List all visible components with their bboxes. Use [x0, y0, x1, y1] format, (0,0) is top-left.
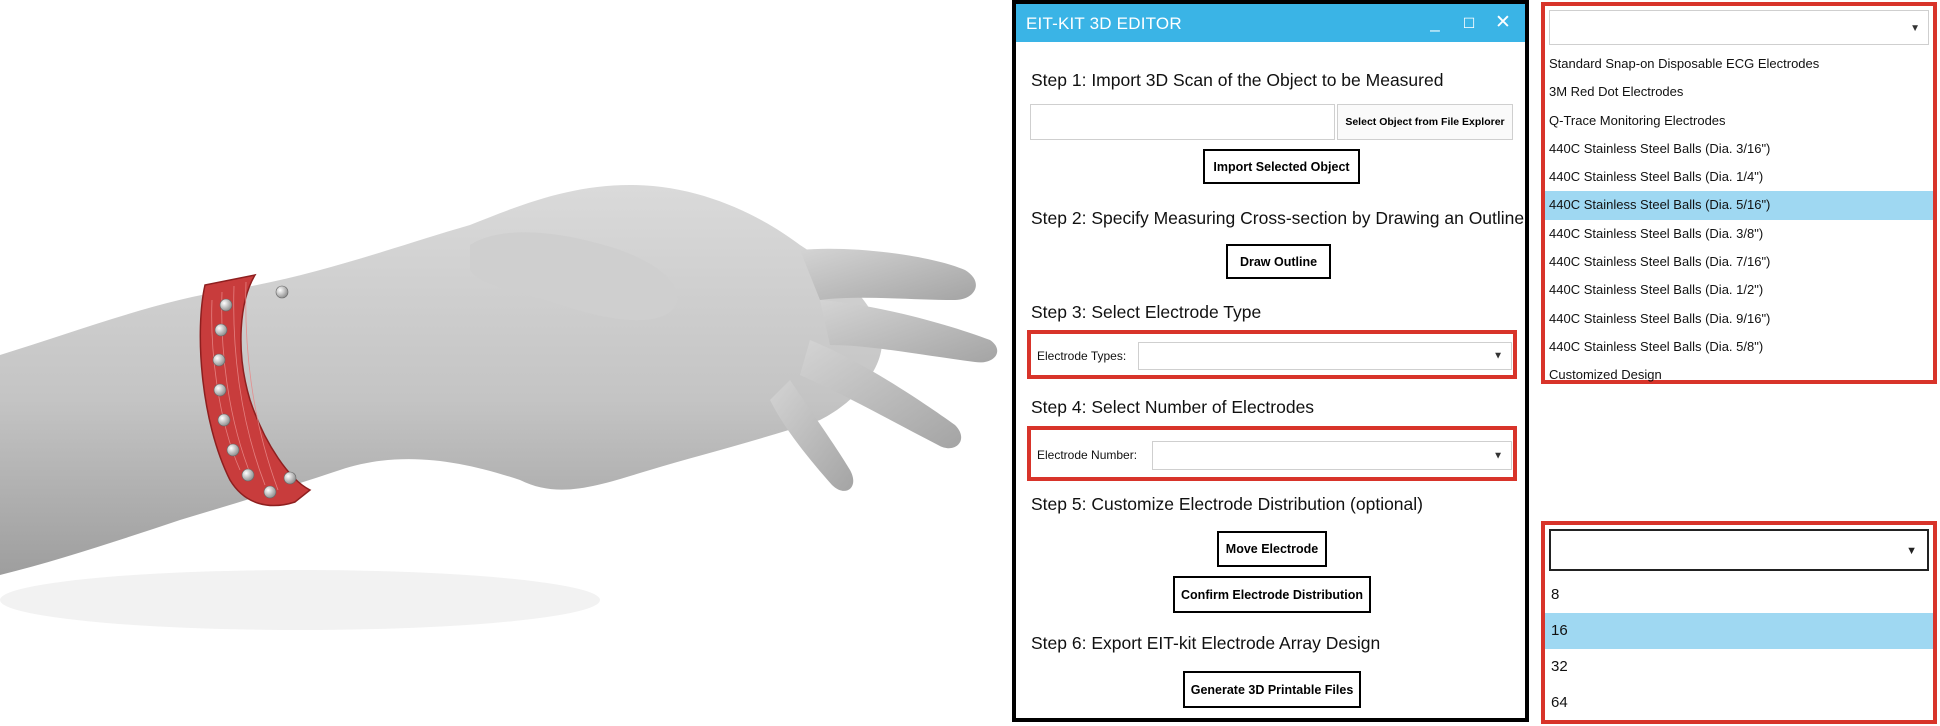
generate-3d-printable-files-button[interactable]: Generate 3D Printable Files: [1183, 671, 1361, 708]
list-item[interactable]: 3M Red Dot Electrodes: [1545, 78, 1933, 106]
electrode-types-dropdown: ▼ Standard Snap-on Disposable ECG Electr…: [1541, 2, 1937, 384]
step3-label: Step 3: Select Electrode Type: [1031, 302, 1262, 322]
list-item[interactable]: 440C Stainless Steel Balls (Dia. 7/16"): [1545, 248, 1933, 276]
chevron-down-icon: ▼: [1906, 545, 1917, 557]
electrode-number-dropdown: ▼ 8 16 32 64: [1541, 521, 1937, 724]
chevron-down-icon: ▼: [1493, 450, 1503, 461]
step4-label: Step 4: Select Number of Electrodes: [1031, 397, 1315, 417]
move-electrode-button[interactable]: Move Electrode: [1217, 531, 1327, 567]
electrode-number-label: Electrode Number:: [1037, 448, 1138, 462]
electrode-number-list: 8 16 32 64: [1545, 577, 1933, 721]
list-item[interactable]: 8: [1545, 577, 1933, 613]
electrode-types-dropdown-header[interactable]: ▼: [1549, 10, 1929, 45]
list-item[interactable]: 440C Stainless Steel Balls (Dia. 5/8"): [1545, 333, 1933, 361]
electrode-types-label: Electrode Types:: [1037, 349, 1127, 363]
electrode-number-group: Electrode Number: ▼: [1027, 426, 1517, 481]
3d-viewport[interactable]: [0, 0, 1010, 726]
list-item[interactable]: Customized Design: [1545, 361, 1933, 389]
confirm-electrode-distribution-button[interactable]: Confirm Electrode Distribution: [1173, 576, 1371, 613]
window-title: EIT-KIT 3D EDITOR: [1026, 14, 1182, 33]
electrode-types-list: Standard Snap-on Disposable ECG Electrod…: [1545, 50, 1933, 390]
draw-outline-button[interactable]: Draw Outline: [1226, 244, 1331, 279]
list-item[interactable]: 16: [1545, 613, 1933, 649]
title-bar[interactable]: EIT-KIT 3D EDITOR _ ☐ ✕: [1016, 4, 1525, 42]
list-item[interactable]: Standard Snap-on Disposable ECG Electrod…: [1545, 50, 1933, 78]
list-item[interactable]: 440C Stainless Steel Balls (Dia. 1/2"): [1545, 276, 1933, 304]
list-item[interactable]: 440C Stainless Steel Balls (Dia. 3/16"): [1545, 135, 1933, 163]
list-item[interactable]: 440C Stainless Steel Balls (Dia. 5/16"): [1545, 191, 1933, 220]
list-item[interactable]: 32: [1545, 649, 1933, 685]
file-path-input[interactable]: [1030, 104, 1335, 140]
electrode-number-dropdown-header[interactable]: ▼: [1549, 529, 1929, 571]
chevron-down-icon: ▼: [1910, 23, 1920, 34]
electrode-number-select[interactable]: ▼: [1152, 441, 1512, 470]
list-item[interactable]: Q-Trace Monitoring Electrodes: [1545, 107, 1933, 135]
eit-kit-editor-window: EIT-KIT 3D EDITOR _ ☐ ✕ Step 1: Import 3…: [1012, 0, 1529, 722]
step6-label: Step 6: Export EIT-kit Electrode Array D…: [1031, 633, 1381, 653]
minimize-icon[interactable]: _: [1421, 10, 1449, 36]
list-item[interactable]: 440C Stainless Steel Balls (Dia. 9/16"): [1545, 305, 1933, 333]
electrode-type-group: Electrode Types: ▼: [1027, 330, 1517, 379]
list-item[interactable]: 440C Stainless Steel Balls (Dia. 1/4"): [1545, 163, 1933, 191]
list-item[interactable]: 64: [1545, 685, 1933, 721]
select-object-button[interactable]: Select Object from File Explorer: [1337, 104, 1513, 140]
step5-label: Step 5: Customize Electrode Distribution…: [1031, 494, 1423, 514]
step1-label: Step 1: Import 3D Scan of the Object to …: [1031, 70, 1444, 90]
chevron-down-icon: ▼: [1493, 350, 1503, 362]
list-item[interactable]: 440C Stainless Steel Balls (Dia. 3/8"): [1545, 220, 1933, 248]
electrode-types-select[interactable]: ▼: [1138, 342, 1512, 370]
import-selected-object-button[interactable]: Import Selected Object: [1203, 149, 1360, 184]
close-icon[interactable]: ✕: [1489, 10, 1517, 36]
step2-label: Step 2: Specify Measuring Cross-section …: [1031, 208, 1525, 228]
maximize-icon[interactable]: ☐: [1455, 10, 1483, 36]
hand-model: [0, 185, 998, 630]
